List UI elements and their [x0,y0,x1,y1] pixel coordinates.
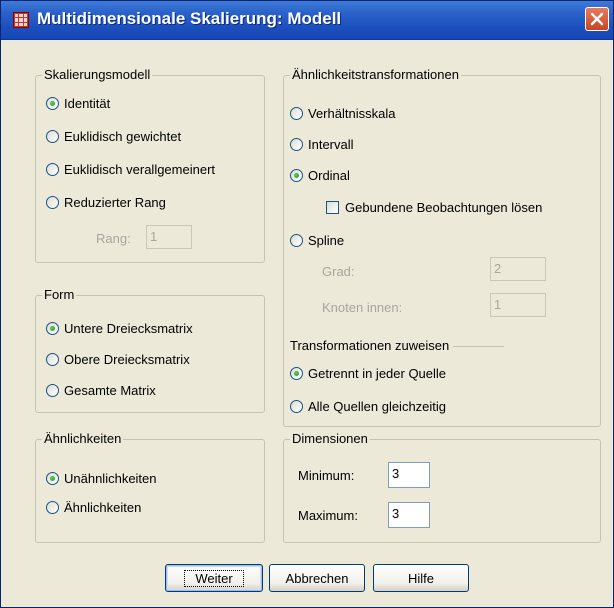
grad-label: Grad: [322,264,355,279]
radio-euklidisch-verallgemeinert[interactable]: Euklidisch verallgemeinert [46,159,215,179]
spss-grid-icon [13,12,29,28]
radio-intervall[interactable]: Intervall [290,134,354,154]
radio-icon[interactable] [46,129,59,143]
minimum-field[interactable]: 3 [388,462,430,488]
weiter-button[interactable]: Weiter [165,564,263,592]
form-title: Form [42,287,77,303]
radio-selected-icon[interactable] [290,168,303,182]
radio-label: Getrennt in jeder Quelle [308,365,447,381]
radio-label: Intervall [308,136,354,152]
radio-icon[interactable] [46,383,59,397]
transformationen-title: Ähnlichkeitstransformationen [290,67,461,83]
maximum-field[interactable]: 3 [388,502,430,528]
radio-label: Unähnlichkeiten [64,470,157,486]
radio-label: Obere Dreiecksmatrix [64,351,190,367]
radio-identitaet[interactable]: Identität [46,93,110,113]
aehnlichkeiten-title: Ähnlichkeiten [42,431,124,447]
radio-label: Verhältnisskala [308,105,396,121]
transformationen-group: Ähnlichkeitstransformationen Verhältniss… [283,67,601,427]
radio-label: Untere Dreiecksmatrix [64,320,193,336]
radio-icon[interactable] [290,137,303,151]
dimensionen-title: Dimensionen [290,431,370,447]
knoten-innen-field[interactable]: 1 [490,293,546,317]
radio-selected-icon[interactable] [46,471,59,485]
radio-icon[interactable] [46,352,59,366]
aehnlichkeiten-group: Ähnlichkeiten Unähnlichkeiten Ähnlichkei… [35,431,265,543]
title-bar[interactable]: Multidimensionale Skalierung: Modell [1,1,613,40]
close-button[interactable] [585,7,609,31]
radio-label: Euklidisch gewichtet [64,128,182,144]
radio-label: Ordinal [308,167,350,183]
skalierungsmodell-title: Skalierungsmodell [42,67,153,83]
form-group: Form Untere Dreiecksmatrix Obere Dreieck… [35,287,265,413]
checkbox-icon[interactable] [326,200,339,214]
radio-label: Identität [64,95,111,111]
radio-selected-icon[interactable] [46,96,59,110]
radio-label: Alle Quellen gleichzeitig [308,398,447,414]
radio-icon[interactable] [290,399,303,413]
rang-field[interactable]: 1 [146,225,192,249]
weiter-label: Weiter [184,569,244,587]
grad-field[interactable]: 2 [490,257,546,281]
radio-icon[interactable] [46,162,59,176]
window-title: Multidimensionale Skalierung: Modell [37,9,342,28]
radio-icon[interactable] [290,106,303,120]
radio-obere-dreiecksmatrix[interactable]: Obere Dreiecksmatrix [46,349,190,369]
abbrechen-label: Abbrechen [285,570,349,586]
close-icon [590,12,604,26]
abbrechen-button[interactable]: Abbrechen [269,564,365,592]
skalierungsmodell-group: Skalierungsmodell Identität Euklidisch g… [35,67,265,263]
radio-getrennt-in-jeder-quelle[interactable]: Getrennt in jeder Quelle [290,363,446,383]
checkbox-gebundene-beobachtungen[interactable]: Gebundene Beobachtungen lösen [326,197,542,217]
radio-ordinal[interactable]: Ordinal [290,165,350,185]
dimensionen-group: Dimensionen Minimum: 3 Maximum: 3 [283,431,601,543]
radio-icon[interactable] [46,500,59,514]
radio-selected-icon[interactable] [46,321,59,335]
checkbox-label: Gebundene Beobachtungen lösen [345,199,543,215]
hilfe-label: Hilfe [407,570,434,586]
minimum-label: Minimum: [298,468,355,483]
radio-selected-icon[interactable] [290,366,303,380]
radio-label: Ähnlichkeiten [64,499,142,515]
radio-aehnlichkeiten[interactable]: Ähnlichkeiten [46,497,141,517]
radio-label: Reduzierter Rang [64,194,166,210]
rang-label: Rang: [96,231,131,246]
radio-verhaeltnisskala[interactable]: Verhältnisskala [290,103,395,123]
radio-label: Gesamte Matrix [64,382,156,398]
radio-icon[interactable] [46,195,59,209]
maximum-label: Maximum: [298,508,358,523]
radio-alle-quellen-gleichzeitig[interactable]: Alle Quellen gleichzeitig [290,396,446,416]
radio-spline[interactable]: Spline [290,230,344,250]
radio-gesamte-matrix[interactable]: Gesamte Matrix [46,380,156,400]
radio-untere-dreiecksmatrix[interactable]: Untere Dreiecksmatrix [46,318,193,338]
radio-unaehnlichkeiten[interactable]: Unähnlichkeiten [46,468,157,488]
radio-icon[interactable] [290,233,303,247]
knoten-innen-label: Knoten innen: [322,300,403,315]
radio-label: Spline [308,232,345,248]
radio-reduzierter-rang[interactable]: Reduzierter Rang [46,192,166,212]
hilfe-button[interactable]: Hilfe [373,564,469,592]
radio-label: Euklidisch verallgemeinert [64,161,216,177]
radio-euklidisch-gewichtet[interactable]: Euklidisch gewichtet [46,126,181,146]
transformationen-zuweisen-title: Transformationen zuweisen [290,338,454,353]
dialog-window: Multidimensionale Skalierung: Modell Ska… [0,0,614,608]
